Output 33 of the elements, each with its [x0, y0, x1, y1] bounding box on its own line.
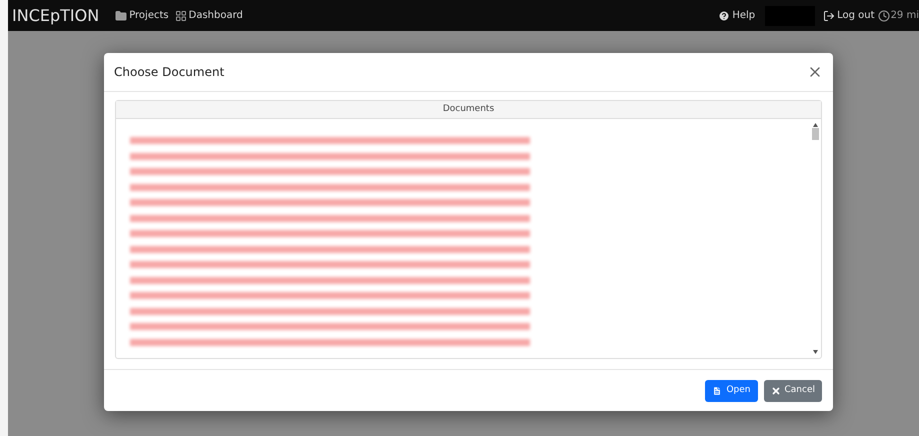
redacted-document-name[interactable] — [130, 199, 530, 206]
redacted-document-name[interactable] — [130, 338, 530, 346]
open-button[interactable]: Open — [705, 380, 758, 402]
logout-icon — [823, 10, 836, 22]
cancel-button[interactable]: Cancel — [764, 380, 822, 402]
clock-icon — [878, 10, 890, 22]
close-icon — [770, 386, 780, 396]
dialog-title: Choose Document — [114, 64, 224, 81]
brand-name[interactable]: INCEpTION — [12, 4, 100, 28]
redacted-document-name[interactable] — [130, 137, 530, 144]
help-link[interactable]: Help — [718, 8, 756, 23]
nav-link[interactable]: Projects — [115, 8, 169, 23]
help-icon — [718, 10, 730, 22]
redacted-document-name[interactable] — [130, 276, 530, 284]
redacted-document-name[interactable] — [130, 323, 530, 330]
redacted-document-name[interactable] — [130, 292, 530, 300]
logout-link[interactable]: Log out — [823, 8, 875, 23]
redacted-document-name[interactable] — [130, 184, 530, 191]
redacted-document-name[interactable] — [130, 261, 530, 268]
redacted-document-name[interactable] — [130, 230, 530, 238]
nav-link[interactable]: Dashboard — [174, 8, 243, 23]
grid-icon — [174, 10, 187, 22]
scroll-down-icon[interactable] — [813, 350, 818, 354]
redacted-document-name[interactable] — [130, 246, 530, 253]
folder-icon — [115, 10, 128, 22]
redacted-document-name[interactable] — [130, 308, 530, 315]
panel-header: Documents — [116, 101, 821, 119]
redacted-document-name[interactable] — [130, 152, 530, 160]
session-timer: 29 mi — [878, 8, 919, 23]
redacted-document-name[interactable] — [130, 168, 530, 176]
document-icon — [712, 386, 722, 396]
scrollbar-thumb[interactable] — [812, 128, 819, 140]
redacted-document-name[interactable] — [130, 214, 530, 222]
